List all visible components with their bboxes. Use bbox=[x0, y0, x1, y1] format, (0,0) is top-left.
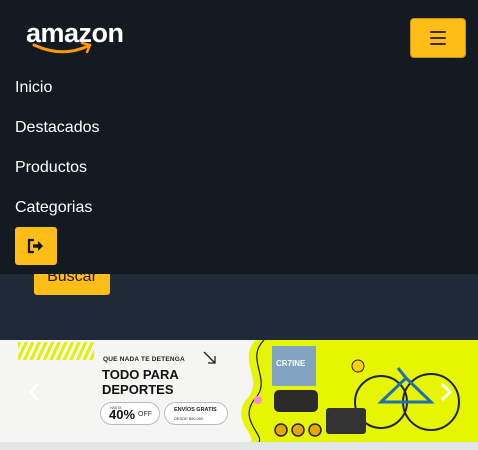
chevron-right-icon bbox=[440, 382, 453, 402]
discount-value: 40% bbox=[109, 407, 136, 422]
discount-suffix: OFF bbox=[138, 411, 152, 418]
navbar: amazon Inicio Destacados Productos Categ… bbox=[0, 0, 478, 274]
banner-hatch-decoration bbox=[18, 342, 94, 360]
nav-item-productos[interactable]: Productos bbox=[15, 156, 100, 196]
shipping-badge: ENVÍOS GRATIS DESDE $90.000 bbox=[164, 402, 228, 425]
hamburger-menu-icon bbox=[430, 31, 446, 45]
amazon-logo[interactable]: amazon bbox=[24, 18, 124, 60]
discount-badge: HASTA 40% OFF bbox=[100, 402, 160, 425]
product-box-image: CR7INE bbox=[270, 344, 318, 388]
sign-out-icon bbox=[27, 238, 43, 254]
nav-item-inicio[interactable]: Inicio bbox=[15, 76, 100, 116]
carousel-next-button[interactable] bbox=[436, 380, 456, 404]
smile-arrow-icon bbox=[32, 42, 92, 54]
menu-toggle-button[interactable] bbox=[410, 18, 466, 58]
banner-tagline: QUE NADA TE DETENGA bbox=[103, 356, 185, 363]
arrow-down-right-icon bbox=[203, 351, 216, 364]
nav-menu: Inicio Destacados Productos Categorias bbox=[15, 76, 100, 236]
logout-button[interactable] bbox=[15, 227, 57, 265]
nav-item-destacados[interactable]: Destacados bbox=[15, 116, 100, 156]
banner-title: TODO PARA DEPORTES bbox=[102, 367, 179, 397]
promo-banner[interactable]: QUE NADA TE DETENGA TODO PARA DEPORTES H… bbox=[0, 340, 478, 442]
shipping-line1: ENVÍOS GRATIS bbox=[174, 407, 217, 413]
shipping-line2: DESDE $90.000 bbox=[174, 416, 204, 421]
carousel-prev-button[interactable] bbox=[24, 380, 44, 404]
product-label: CR7INE bbox=[276, 359, 306, 368]
chevron-left-icon bbox=[27, 382, 40, 402]
section-divider bbox=[0, 442, 478, 450]
